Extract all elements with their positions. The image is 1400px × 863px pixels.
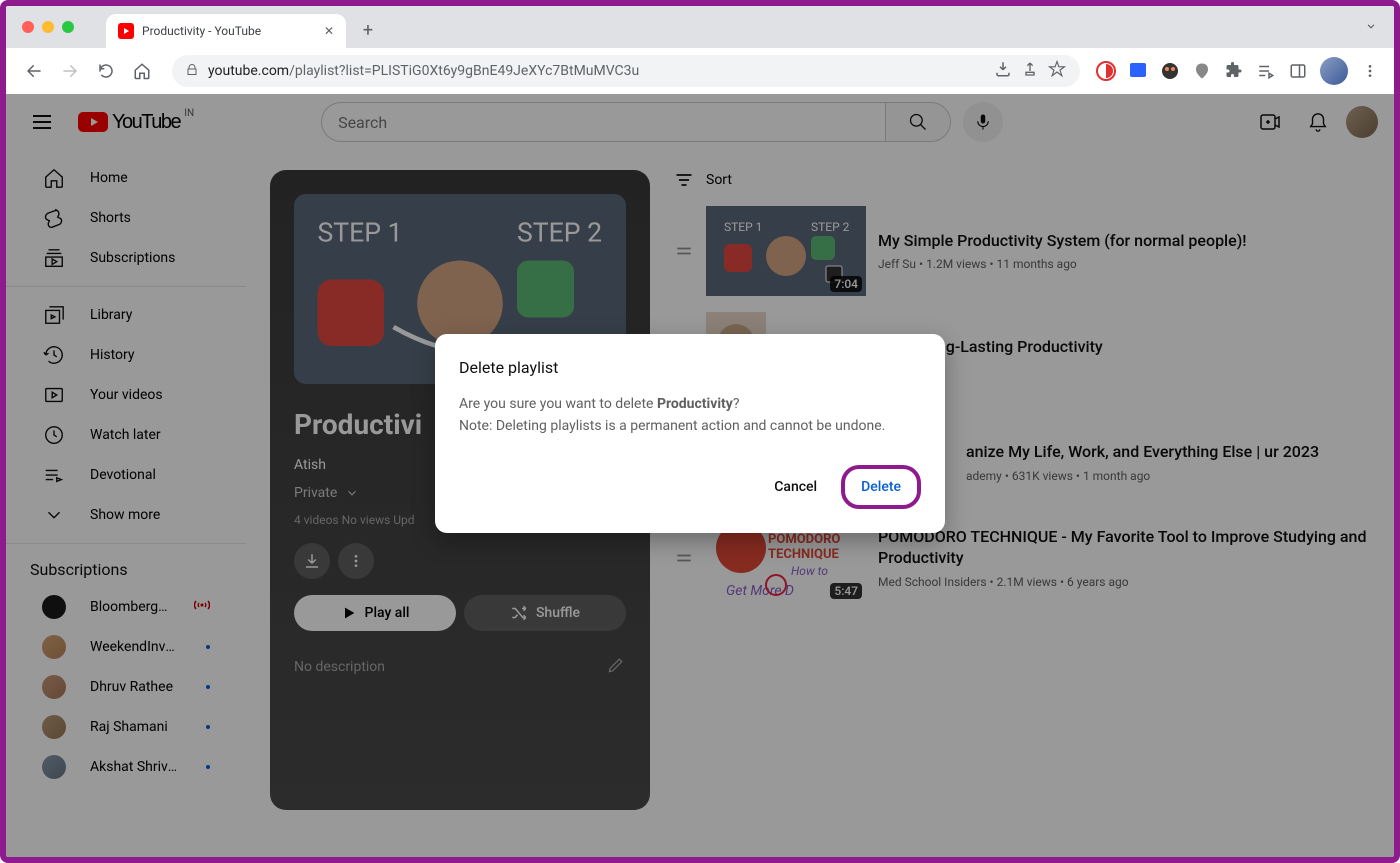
reload-button[interactable] <box>92 57 120 85</box>
extensions-button[interactable] <box>1224 61 1244 81</box>
dialog-overlay[interactable]: Delete playlist Are you sure you want to… <box>6 150 1394 857</box>
tab-title: Productivity - YouTube <box>142 24 261 38</box>
close-tab-button[interactable]: ✕ <box>324 24 334 38</box>
browser-chrome: Productivity - YouTube ✕ + <box>6 6 1394 94</box>
extension-icon-1[interactable] <box>1096 61 1116 81</box>
extension-icon-3[interactable] <box>1160 61 1180 81</box>
home-button[interactable] <box>128 57 156 85</box>
delete-playlist-dialog: Delete playlist Are you sure you want to… <box>435 334 945 534</box>
extension-icon-2[interactable]: 9+ <box>1128 61 1148 81</box>
browser-tab[interactable]: Productivity - YouTube ✕ <box>106 14 346 48</box>
bookmark-icon[interactable] <box>1048 60 1066 82</box>
extension-icons: 9+ <box>1096 57 1380 85</box>
dialog-body: Are you sure you want to delete Producti… <box>459 393 921 438</box>
back-button[interactable] <box>20 57 48 85</box>
browser-menu-button[interactable] <box>1360 61 1380 81</box>
dialog-title: Delete playlist <box>459 358 921 377</box>
delete-button[interactable]: Delete <box>841 465 921 509</box>
create-button[interactable] <box>1250 102 1290 142</box>
tabs-overflow-button[interactable] <box>1364 18 1378 37</box>
svg-text:9+: 9+ <box>1134 78 1142 81</box>
maximize-window-button[interactable] <box>62 21 74 33</box>
youtube-header: YouTube IN <box>6 94 1394 150</box>
search-button[interactable] <box>885 102 951 142</box>
youtube-favicon-icon <box>118 23 134 39</box>
new-tab-button[interactable]: + <box>354 16 382 44</box>
voice-search-button[interactable] <box>963 102 1003 142</box>
share-icon[interactable] <box>1022 61 1038 81</box>
playlist-icon[interactable] <box>1256 61 1276 81</box>
lock-icon <box>186 64 198 79</box>
window-controls <box>22 21 74 33</box>
youtube-logo-icon <box>78 112 108 132</box>
account-avatar[interactable] <box>1346 106 1378 138</box>
hamburger-menu-button[interactable] <box>22 102 62 142</box>
youtube-logo-text: YouTube <box>112 111 180 134</box>
url-text: youtube.com/playlist?list=PLISTiG0Xt6y9g… <box>208 63 639 79</box>
url-bar[interactable]: youtube.com/playlist?list=PLISTiG0Xt6y9g… <box>172 55 1080 87</box>
search-input[interactable] <box>321 102 885 142</box>
tab-strip: Productivity - YouTube ✕ + <box>6 6 1394 48</box>
cancel-button[interactable]: Cancel <box>758 469 833 505</box>
extension-icon-4[interactable] <box>1192 61 1212 81</box>
forward-button[interactable] <box>56 57 84 85</box>
notifications-button[interactable] <box>1298 102 1338 142</box>
youtube-logo[interactable]: YouTube IN <box>78 111 180 134</box>
install-app-icon[interactable] <box>994 60 1012 82</box>
minimize-window-button[interactable] <box>42 21 54 33</box>
sidepanel-icon[interactable] <box>1288 61 1308 81</box>
close-window-button[interactable] <box>22 21 34 33</box>
browser-profile-avatar[interactable] <box>1320 57 1348 85</box>
region-code: IN <box>184 108 194 119</box>
nav-bar: youtube.com/playlist?list=PLISTiG0Xt6y9g… <box>6 48 1394 94</box>
